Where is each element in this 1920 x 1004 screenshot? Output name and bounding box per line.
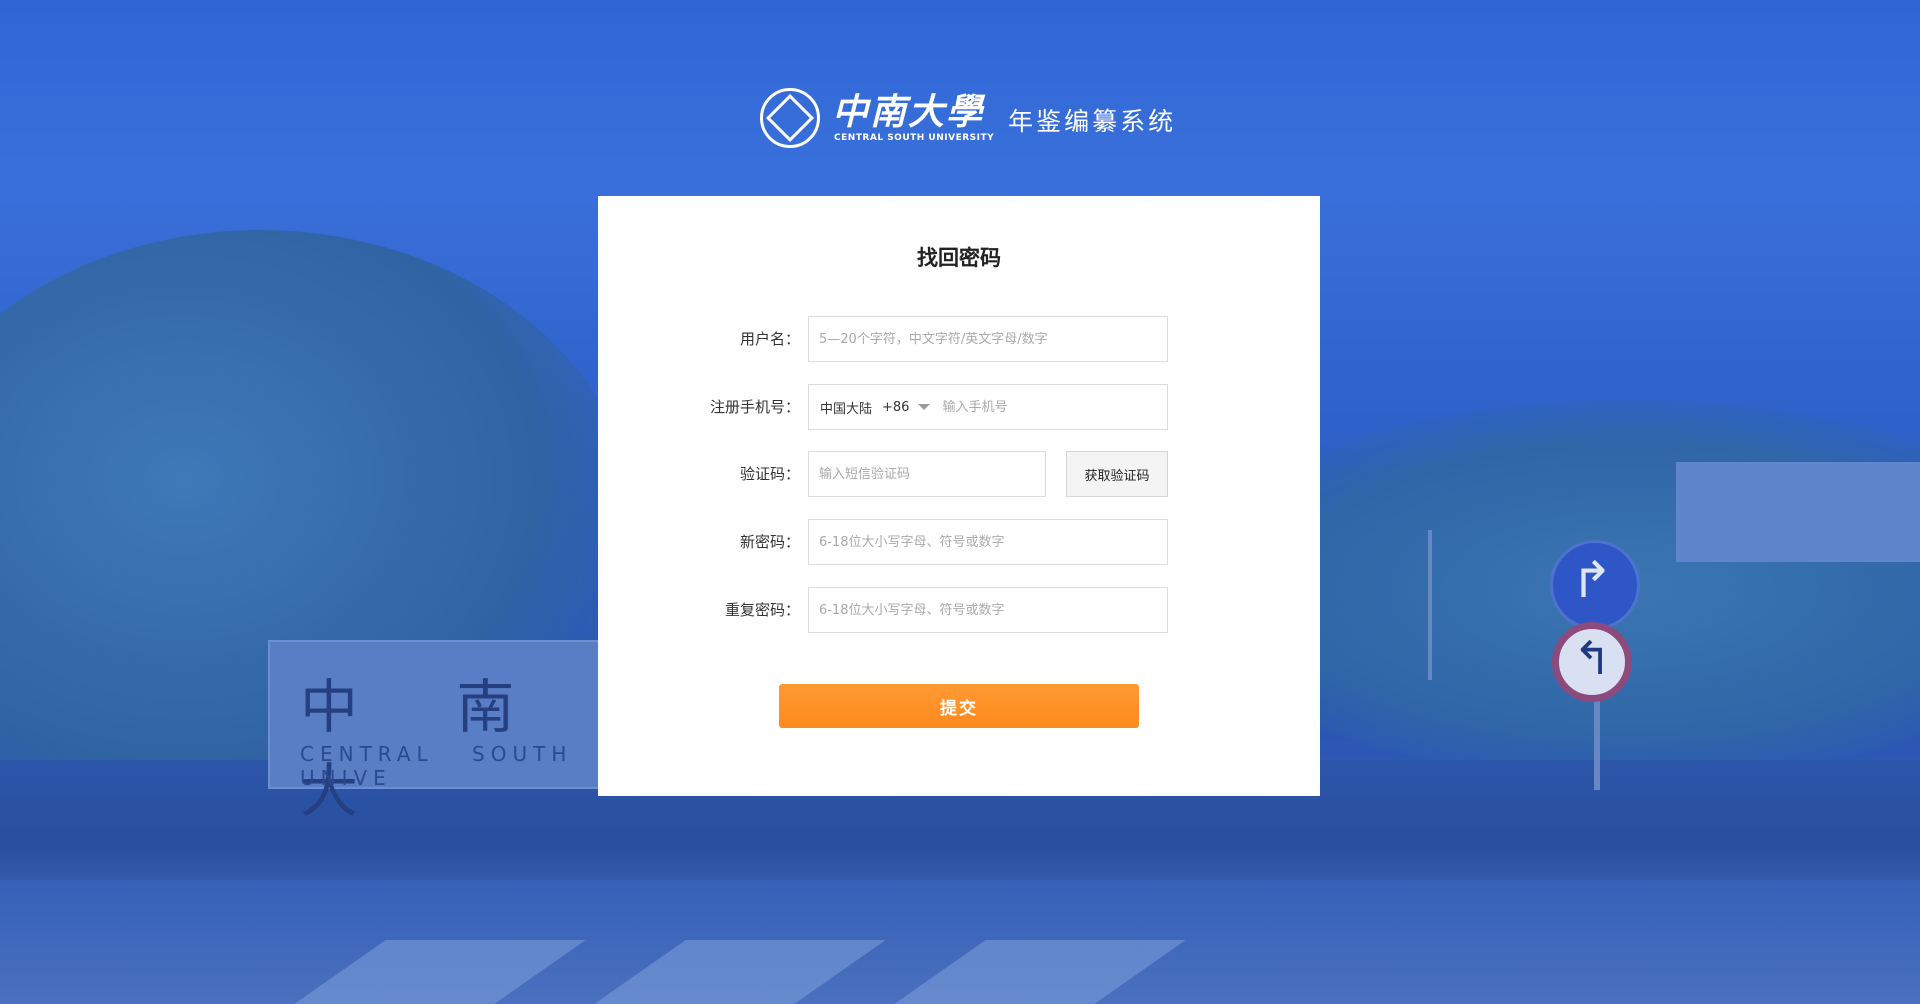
verify-label: 验证码： <box>739 465 800 483</box>
logo-en-text: CENTRAL SOUTH UNIVERSITY <box>834 133 995 143</box>
chevron-down-icon[interactable] <box>918 404 931 410</box>
no-left-turn-sign-icon <box>1552 622 1632 702</box>
site-header: 中南大學 CENTRAL SOUTH UNIVERSITY 年鉴编纂系统 <box>760 86 1176 150</box>
lamp-pole <box>1428 530 1432 680</box>
new-password-input[interactable] <box>808 519 1168 565</box>
submit-button[interactable]: 提交 <box>779 684 1139 728</box>
repeat-password-row: 重复密码： <box>598 587 1320 633</box>
turn-right-sign-icon <box>1550 540 1640 630</box>
building <box>1676 462 1920 562</box>
new-password-label: 新密码： <box>739 533 800 551</box>
system-title: 年鉴编纂系统 <box>1008 107 1177 136</box>
logo-cn-text: 中南大學 <box>832 91 985 133</box>
phone-input[interactable] <box>940 398 1105 416</box>
new-password-row: 新密码： <box>598 519 1320 565</box>
university-seal-icon <box>760 88 820 148</box>
region-select[interactable]: 中国大陆 <box>820 398 872 417</box>
username-label: 用户名： <box>739 330 800 348</box>
sign-pole <box>1594 700 1600 790</box>
seal-emblem <box>765 93 815 143</box>
country-code[interactable]: +86 <box>882 400 909 415</box>
recover-password-panel: 找回密码 用户名： 注册手机号： 中国大陆 +86 验证码： 获取验证码 新密码… <box>598 196 1320 796</box>
username-input[interactable] <box>808 316 1168 362</box>
university-logo: 中南大學 CENTRAL SOUTH UNIVERSITY <box>832 92 994 144</box>
verify-row: 验证码： 获取验证码 <box>598 451 1320 497</box>
username-row: 用户名： <box>598 316 1320 362</box>
repeat-password-label: 重复密码： <box>724 601 800 619</box>
get-code-button[interactable]: 获取验证码 <box>1066 451 1168 497</box>
university-stone-sign: 中 南 大 CENTRAL SOUTH UNIVE <box>268 640 602 825</box>
verify-code-input[interactable] <box>808 451 1046 497</box>
phone-row: 注册手机号： 中国大陆 +86 <box>598 384 1320 430</box>
phone-label: 注册手机号： <box>709 398 800 416</box>
repeat-password-input[interactable] <box>808 587 1168 633</box>
phone-field: 中国大陆 +86 <box>808 384 1168 430</box>
stone-sign-en: CENTRAL SOUTH UNIVE <box>300 742 573 790</box>
form-title: 找回密码 <box>917 246 1001 270</box>
